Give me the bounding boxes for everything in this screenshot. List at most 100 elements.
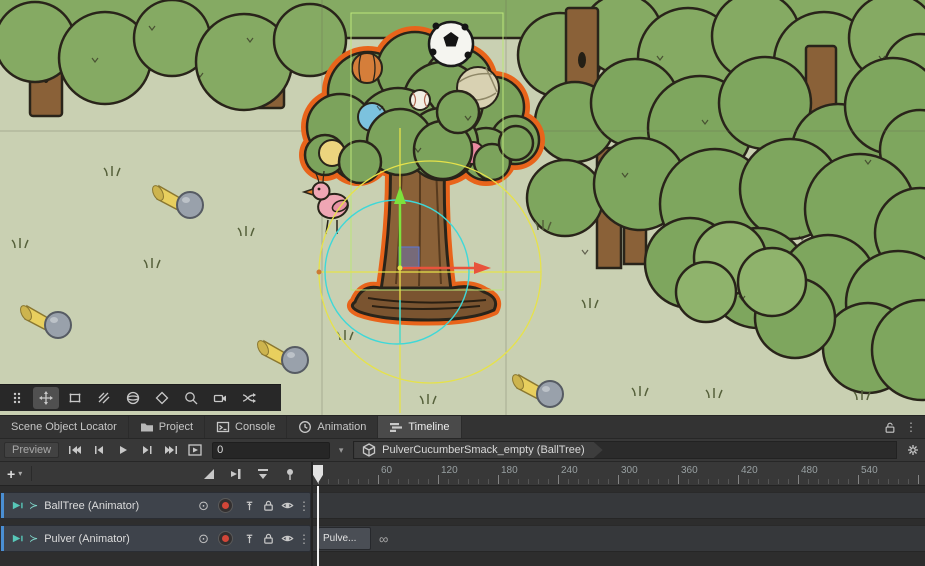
track-selected-stripe [1,526,4,551]
animator-icon: ≻ [29,532,38,545]
goto-start-button[interactable] [63,441,87,459]
rect-tool[interactable] [62,387,88,409]
frame-field[interactable]: 0 [212,442,330,459]
ruler-tick-label: 180 [501,465,518,476]
lock-icon[interactable] [262,532,275,545]
tab-label: Console [235,421,275,433]
eye-icon[interactable] [281,532,294,545]
plus-icon: + [7,467,15,481]
tab-project[interactable]: Project [129,416,205,438]
tab-console[interactable]: Console [205,416,287,438]
tab-label: Scene Object Locator [11,421,117,433]
camera-tool[interactable] [207,387,233,409]
record-button[interactable] [218,531,233,546]
edit-mode-toolbar [202,467,297,481]
axis-tool[interactable] [149,387,175,409]
shuffle-icon [242,391,256,405]
move-icon [39,391,53,405]
record-dot [222,502,229,509]
pin-icon[interactable] [243,499,256,512]
cube-icon [362,443,376,457]
step-back-button[interactable] [87,441,111,459]
track-label: BallTree (Animator) [44,500,198,512]
sphere-tool[interactable] [120,387,146,409]
step-forward-button[interactable] [135,441,159,459]
ruler-tick-label: 120 [441,465,458,476]
record-arm-icon[interactable]: ⊙ [198,532,209,545]
track-selected-stripe [1,493,4,518]
caret-down-icon: ▾ [18,469,22,478]
playhead-line[interactable] [317,486,319,566]
timeline-settings-button[interactable] [901,439,925,461]
lock-icon[interactable] [884,421,896,434]
baseball [410,90,430,110]
ruler-tick-label: 420 [741,465,758,476]
track-row-balltree[interactable]: ≻ BallTree (Animator) ⊙ [0,492,311,519]
track-kebab-icon[interactable]: ⋮ [298,533,310,545]
shuffle-tool[interactable] [236,387,262,409]
play-button[interactable] [111,441,135,459]
kebab-menu-icon[interactable]: ⋮ [905,421,917,433]
tab-timeline[interactable]: Timeline [378,416,461,438]
goto-end-icon [164,443,178,457]
timeline-body: ≻ BallTree (Animator) ⊙ [0,486,925,566]
tilemap-tool[interactable] [91,387,117,409]
breadcrumb-bar: PulverCucumberSmack_empty (BallTree) [353,441,897,459]
tab-label: Project [159,421,193,433]
timeline-header: + ▾ 60 120 [0,461,925,486]
ruler-major-ticks [318,475,925,484]
tab-scene-object-locator[interactable]: Scene Object Locator [0,416,129,438]
preview-toggle[interactable]: Preview [4,442,59,458]
track-row-pulver[interactable]: ≻ Pulver (Animator) ⊙ [0,525,311,552]
move-tool[interactable] [33,387,59,409]
tab-label: Animation [317,421,366,433]
timeline-toolbar: Preview [0,438,925,461]
play-range-button[interactable] [183,441,207,459]
clip-label: Pulve... [323,533,356,544]
tab-bar-controls: ⋮ [884,416,925,438]
scene-tools-overlay [0,384,281,411]
lane-pulver[interactable]: Pulve... ∞ [313,525,925,552]
lane-balltree[interactable] [313,492,925,519]
add-track-button[interactable]: + ▾ [7,467,22,481]
replace-mode-icon[interactable] [256,467,270,481]
grip-glyph [10,391,24,405]
pin-icon[interactable] [243,532,256,545]
timeline-lanes[interactable]: Pulve... ∞ [313,486,925,566]
stripes-icon [97,391,111,405]
ruler-tick-label: 480 [801,465,818,476]
clip-pulver[interactable]: Pulve... [318,527,371,550]
record-arm-icon[interactable]: ⊙ [198,499,209,512]
mix-mode-icon[interactable] [202,467,216,481]
timeline-ruler[interactable]: 60 120 180 240 300 360 420 480 540 [313,462,925,485]
play-icon [116,443,130,457]
zoom-tool[interactable] [178,387,204,409]
ruler-tick-label: 540 [861,465,878,476]
ruler-tick-label: 60 [381,465,392,476]
ruler-tick-label: 240 [561,465,578,476]
grip-icon [4,387,30,409]
folder-icon [140,420,154,434]
track-kebab-icon[interactable]: ⋮ [298,500,310,512]
sphere-icon [126,391,140,405]
eye-icon[interactable] [281,499,294,512]
ripple-mode-icon[interactable] [229,467,243,481]
record-button[interactable] [218,498,233,513]
breadcrumb[interactable]: PulverCucumberSmack_empty (BallTree) [354,442,603,458]
frame-options-caret[interactable]: ▾ [333,445,349,456]
rect-icon [68,391,82,405]
unity-editor: Scene Object Locator Project Console Ani… [0,0,925,566]
markers-toggle-icon[interactable] [283,467,297,481]
track-toggles [243,532,294,545]
track-panel: ≻ BallTree (Animator) ⊙ [0,486,313,566]
goto-end-button[interactable] [159,441,183,459]
soccer-ball [429,22,473,66]
tab-animation[interactable]: Animation [287,416,378,438]
pumpkin-ball [352,53,382,83]
scene-viewport[interactable] [0,0,925,415]
lock-icon[interactable] [262,499,275,512]
magnifier-icon [184,391,198,405]
track-toggles [243,499,294,512]
ruler-tick-label: 360 [681,465,698,476]
clock-icon [298,420,312,434]
